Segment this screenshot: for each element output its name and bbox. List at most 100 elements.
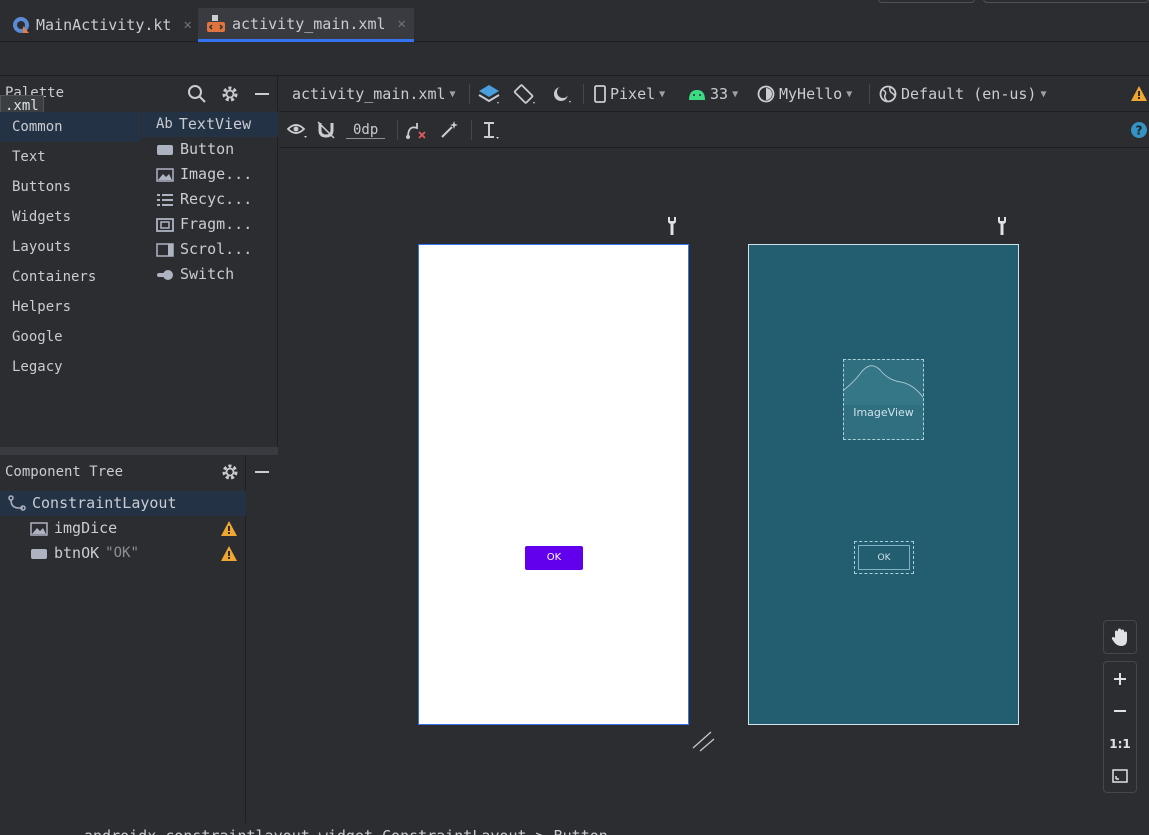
tab-label: activity_main.xml bbox=[232, 14, 386, 33]
warning-icon[interactable] bbox=[220, 520, 238, 537]
help-icon[interactable]: ? bbox=[1130, 121, 1148, 139]
orientation-button[interactable] bbox=[513, 76, 537, 112]
gear-icon[interactable] bbox=[220, 462, 240, 482]
palette-category-widgets[interactable]: Widgets bbox=[0, 202, 141, 232]
ok-button[interactable]: OK bbox=[525, 546, 583, 570]
warning-icon[interactable] bbox=[1130, 85, 1148, 102]
toolbar-divider bbox=[469, 84, 470, 104]
fragment-icon bbox=[156, 217, 174, 232]
magic-wand-icon bbox=[441, 121, 458, 138]
file-selector-label: activity_main.xml bbox=[292, 85, 446, 103]
palette-widget-imageview[interactable]: Image... bbox=[142, 162, 278, 187]
palette-widget-button[interactable]: Button bbox=[142, 137, 278, 162]
minimize-icon[interactable] bbox=[252, 462, 272, 482]
wrench-icon[interactable] bbox=[995, 216, 1009, 236]
status-bar: androidx.constraintlayout.widget.Constra… bbox=[0, 823, 1149, 835]
blueprint-button-label: OK bbox=[858, 545, 910, 570]
globe-icon bbox=[879, 85, 897, 103]
widget-label: Fragm... bbox=[180, 215, 253, 233]
layers-icon bbox=[478, 85, 500, 104]
tree-node-label: imgDice bbox=[54, 519, 118, 537]
palette-category-containers[interactable]: Containers bbox=[0, 262, 141, 292]
palette-widget-textview[interactable]: Ab TextView bbox=[142, 112, 278, 137]
zoom-controls: 1:1 bbox=[1103, 661, 1137, 793]
wrench-icon[interactable] bbox=[665, 216, 679, 236]
palette-category-google[interactable]: Google bbox=[0, 322, 141, 352]
editor-sub-toolbar bbox=[0, 42, 1149, 76]
widget-label: Switch bbox=[180, 265, 235, 283]
design-toolbar: activity_main.xml ▼ Pixel ▼ 33 ▼ MyHello… bbox=[279, 76, 1149, 112]
tree-node-btnok[interactable]: btnOK "OK" bbox=[0, 541, 246, 566]
locale-selector[interactable]: Default (en-us) ▼ bbox=[879, 76, 1047, 112]
close-icon[interactable]: ✕ bbox=[183, 17, 191, 33]
eye-icon bbox=[287, 124, 307, 138]
component-tree-title: Component Tree bbox=[5, 464, 124, 480]
top-action-button[interactable] bbox=[878, 0, 975, 3]
autoconnect-button[interactable] bbox=[316, 112, 336, 148]
default-margin-button[interactable]: 0dp bbox=[346, 112, 386, 148]
zoom-to-fit-button[interactable] bbox=[1104, 760, 1136, 792]
design-preview-screen[interactable]: OK bbox=[418, 244, 689, 725]
close-icon[interactable]: ✕ bbox=[398, 16, 406, 32]
warning-icon[interactable] bbox=[220, 545, 238, 562]
tab-activity-main[interactable]: activity_main.xml ✕ bbox=[198, 8, 414, 42]
night-mode-icon bbox=[554, 86, 571, 103]
infer-constraints-button[interactable] bbox=[439, 112, 459, 148]
chevron-down-icon: ▼ bbox=[1040, 88, 1047, 100]
palette-widget-recyclerview[interactable]: Recyc... bbox=[142, 187, 278, 212]
minimize-icon[interactable] bbox=[252, 84, 272, 104]
palette-widget-scrollview[interactable]: Scrol... bbox=[142, 237, 278, 262]
tab-mainactivity[interactable]: MainActivity.kt ✕ bbox=[4, 8, 200, 42]
design-surface-button[interactable] bbox=[477, 76, 501, 112]
panel-splitter[interactable] bbox=[0, 447, 278, 455]
pan-button[interactable] bbox=[1104, 621, 1136, 653]
blueprint-imageview[interactable]: ImageView bbox=[843, 359, 924, 440]
blueprint-screen[interactable]: ImageView OK bbox=[748, 244, 1019, 725]
api-label: 33 bbox=[710, 85, 729, 103]
night-mode-button[interactable] bbox=[551, 76, 573, 112]
palette-category-text[interactable]: Text bbox=[0, 142, 141, 172]
tree-node-value: "OK" bbox=[105, 545, 139, 561]
view-options-button[interactable] bbox=[287, 112, 309, 148]
palette-category-legacy[interactable]: Legacy bbox=[0, 352, 141, 382]
palette-widget-switch[interactable]: Switch bbox=[142, 262, 278, 287]
widget-label: TextView bbox=[178, 115, 252, 133]
palette-category-layouts[interactable]: Layouts bbox=[0, 232, 141, 262]
tab-label: MainActivity.kt bbox=[36, 16, 172, 34]
fit-screen-icon bbox=[1112, 769, 1128, 783]
palette-widget-fragment[interactable]: Fragm... bbox=[142, 212, 278, 237]
tree-node-constraintlayout[interactable]: ConstraintLayout bbox=[0, 491, 246, 516]
pan-tool-group bbox=[1103, 620, 1137, 654]
toolbar-divider bbox=[471, 120, 472, 140]
phone-icon bbox=[594, 85, 606, 103]
zoom-in-button[interactable] bbox=[1104, 663, 1136, 695]
tree-node-label: btnOK bbox=[54, 544, 100, 562]
file-selector[interactable]: activity_main.xml ▼ bbox=[292, 76, 456, 112]
actual-size-button[interactable]: 1:1 bbox=[1104, 728, 1136, 760]
clear-constraints-button[interactable] bbox=[405, 112, 427, 148]
palette-category-helpers[interactable]: Helpers bbox=[0, 292, 141, 322]
layout-file-icon bbox=[207, 14, 225, 32]
zoom-out-button[interactable] bbox=[1104, 695, 1136, 727]
palette-category-buttons[interactable]: Buttons bbox=[0, 172, 141, 202]
top-search-field[interactable] bbox=[983, 0, 1149, 3]
plus-icon bbox=[1114, 673, 1126, 685]
blueprint-ok-button[interactable]: OK bbox=[854, 541, 914, 574]
breadcrumb: androidx.constraintlayout.widget.Constra… bbox=[84, 827, 608, 835]
widget-label: Button bbox=[180, 140, 235, 158]
device-selector[interactable]: Pixel ▼ bbox=[594, 76, 665, 112]
kotlin-file-icon bbox=[13, 17, 29, 33]
hand-icon bbox=[1111, 628, 1127, 646]
tree-node-imgdice[interactable]: imgDice bbox=[0, 516, 246, 541]
gear-icon[interactable] bbox=[220, 84, 240, 104]
guidelines-button[interactable] bbox=[481, 112, 501, 148]
palette-category-common[interactable]: Common bbox=[0, 112, 141, 142]
constraint-layout-icon bbox=[8, 494, 26, 511]
magnet-off-icon bbox=[317, 121, 335, 139]
resize-handle-icon[interactable] bbox=[690, 730, 716, 754]
theme-selector[interactable]: MyHello ▼ bbox=[757, 76, 852, 112]
search-icon[interactable] bbox=[187, 84, 207, 104]
imageview-label: ImageView bbox=[853, 406, 914, 419]
api-selector[interactable]: 33 ▼ bbox=[688, 76, 738, 112]
button-icon bbox=[157, 144, 173, 155]
